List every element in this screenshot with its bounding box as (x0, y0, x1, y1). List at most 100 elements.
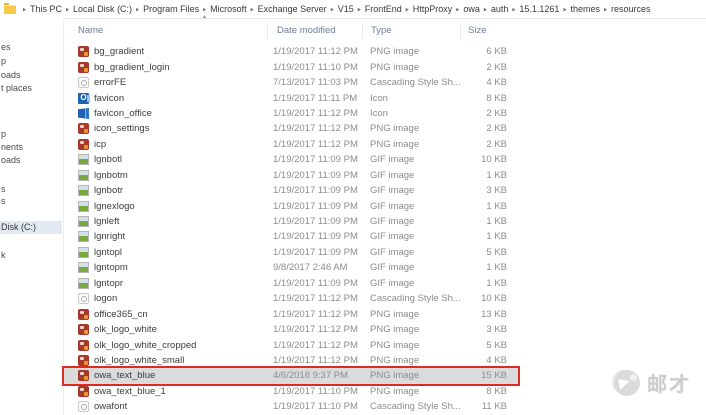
sidebar-item[interactable]: s (0, 195, 62, 208)
file-name-cell: office365_cn (64, 309, 267, 320)
file-date-modified: 1/19/2017 11:12 PM (267, 340, 362, 351)
table-row[interactable]: owa_text_blue_1 1/19/2017 11:10 PM PNG i… (64, 384, 520, 399)
table-row[interactable]: lgntopl 1/19/2017 11:09 PM GIF image 5 K… (64, 245, 520, 260)
table-row[interactable]: errorFE 7/13/2017 11:03 PM Cascading Sty… (64, 75, 520, 90)
table-row[interactable]: bg_gradient_login 1/19/2017 11:10 PM PNG… (64, 59, 520, 74)
file-name: olk_logo_white_small (94, 355, 184, 366)
table-row[interactable]: lgnbotl 1/19/2017 11:09 PM GIF image 10 … (64, 152, 520, 167)
breadcrumb-item[interactable]: Exchange Server (256, 3, 329, 15)
table-row[interactable]: lgnbotm 1/19/2017 11:09 PM GIF image 1 K… (64, 168, 520, 183)
file-type: PNG image (362, 340, 460, 351)
sidebar-item[interactable]: es (0, 41, 62, 54)
file-type-icon (78, 170, 89, 181)
file-name-cell: bg_gradient_login (64, 62, 267, 73)
table-row[interactable]: lgnright 1/19/2017 11:09 PM GIF image 1 … (64, 229, 520, 244)
file-type: PNG image (362, 309, 460, 320)
breadcrumb-item[interactable]: auth (489, 3, 511, 15)
file-name: icon_settings (94, 123, 149, 134)
table-row[interactable]: lgnbotr 1/19/2017 11:09 PM GIF image 3 K… (64, 183, 520, 198)
table-row[interactable]: olk_logo_white_cropped 1/19/2017 11:12 P… (64, 337, 520, 352)
file-date-modified: 1/19/2017 11:12 PM (267, 355, 362, 366)
breadcrumb-separator-icon: ▸ (136, 5, 139, 13)
file-name: owa_text_blue_1 (94, 386, 166, 397)
table-row[interactable]: icon_settings 1/19/2017 11:12 PM PNG ima… (64, 121, 520, 136)
file-size: 8 KB (460, 93, 507, 104)
column-header-name[interactable]: Name (64, 23, 267, 39)
table-row[interactable]: bg_gradient 1/19/2017 11:12 PM PNG image… (64, 44, 520, 59)
file-type: PNG image (362, 324, 460, 335)
table-row[interactable]: O favicon 1/19/2017 11:11 PM Icon 8 KB (64, 90, 520, 105)
file-type-icon (78, 108, 89, 119)
file-type-icon (78, 77, 89, 88)
file-size: 1 KB (460, 262, 507, 273)
sidebar-item[interactable]: nents (0, 141, 62, 154)
table-row[interactable]: office365_cn 1/19/2017 11:12 PM PNG imag… (64, 306, 520, 321)
breadcrumb-item[interactable]: FrontEnd (363, 3, 404, 15)
column-header-date-modified[interactable]: Date modified (267, 23, 362, 39)
breadcrumb-item[interactable]: resources (609, 3, 653, 15)
file-date-modified: 1/19/2017 11:12 PM (267, 123, 362, 134)
table-row[interactable]: owa_text_blue 4/6/2018 9:37 PM PNG image… (64, 368, 520, 383)
file-date-modified: 1/19/2017 11:09 PM (267, 201, 362, 212)
file-type: GIF image (362, 170, 460, 181)
breadcrumb-separator-icon: ▸ (563, 5, 566, 13)
file-size: 3 KB (460, 185, 507, 196)
table-row[interactable]: owafont 1/19/2017 11:10 PM Cascading Sty… (64, 399, 520, 414)
table-row[interactable]: lgntopm 9/8/2017 2:46 AM GIF image 1 KB (64, 260, 520, 275)
file-name-cell: owa_text_blue_1 (64, 386, 267, 397)
file-type-icon (78, 46, 89, 57)
file-date-modified: 1/19/2017 11:09 PM (267, 170, 362, 181)
breadcrumb-item[interactable]: owa (461, 3, 482, 15)
file-size: 2 KB (460, 139, 507, 150)
file-name: office365_cn (94, 309, 148, 320)
table-row[interactable]: lgnleft 1/19/2017 11:09 PM GIF image 1 K… (64, 214, 520, 229)
sidebar-item[interactable]: Disk (C:) (0, 221, 62, 234)
file-type-icon (78, 278, 89, 289)
file-type-icon (78, 293, 89, 304)
file-name-cell: lgnbotl (64, 154, 267, 165)
column-header-type[interactable]: Type (362, 23, 460, 39)
sidebar-item[interactable]: p (0, 55, 62, 68)
breadcrumb-item[interactable]: This PC (28, 3, 64, 15)
breadcrumb-separator-icon: ▸ (406, 5, 409, 13)
column-header-size[interactable]: Size (460, 23, 507, 39)
navigation-sidebar: espoadst placespnentsoadsssDisk (C:)k (0, 18, 64, 415)
sidebar-item[interactable]: k (0, 249, 62, 262)
file-type: Icon (362, 108, 460, 119)
file-size: 6 KB (460, 46, 507, 57)
table-row[interactable]: favicon_office 1/19/2017 11:12 PM Icon 2… (64, 106, 520, 121)
sidebar-item[interactable]: oads (0, 154, 62, 167)
table-row[interactable]: olk_logo_white_small 1/19/2017 11:12 PM … (64, 353, 520, 368)
file-name-cell: lgnbotm (64, 170, 267, 181)
file-type: PNG image (362, 62, 460, 73)
file-name-cell: lgntopl (64, 247, 267, 258)
file-date-modified: 1/19/2017 11:12 PM (267, 46, 362, 57)
file-size: 10 KB (460, 293, 507, 304)
file-size: 2 KB (460, 62, 507, 73)
breadcrumb-item[interactable]: Program Files (141, 3, 201, 15)
table-row[interactable]: lgnexlogo 1/19/2017 11:09 PM GIF image 1… (64, 198, 520, 213)
table-row[interactable]: icp 1/19/2017 11:12 PM PNG image 2 KB (64, 137, 520, 152)
file-name: bg_gradient (94, 46, 144, 57)
sidebar-item[interactable]: p (0, 128, 62, 141)
table-row[interactable]: olk_logo_white 1/19/2017 11:12 PM PNG im… (64, 322, 520, 337)
breadcrumb-item[interactable]: 15.1.1261 (517, 3, 561, 15)
breadcrumb-item[interactable]: Microsoft (208, 3, 249, 15)
breadcrumb-separator-icon: ▸ (456, 5, 459, 13)
file-date-modified: 1/19/2017 11:09 PM (267, 185, 362, 196)
file-type: GIF image (362, 231, 460, 242)
table-row[interactable]: lgntopr 1/19/2017 11:09 PM GIF image 1 K… (64, 276, 520, 291)
breadcrumb-item[interactable]: themes (568, 3, 602, 15)
file-name: icp (94, 139, 106, 150)
file-name: lgntopr (94, 278, 123, 289)
file-size: 5 KB (460, 340, 507, 351)
breadcrumb-item[interactable]: HttpProxy (411, 3, 455, 15)
file-name: lgnbotm (94, 170, 128, 181)
sidebar-item[interactable]: oads (0, 69, 62, 82)
breadcrumb-item[interactable]: Local Disk (C:) (71, 3, 134, 15)
table-row[interactable]: logon 1/19/2017 11:12 PM Cascading Style… (64, 291, 520, 306)
folder-icon (4, 5, 16, 14)
sidebar-item[interactable]: t places (0, 82, 62, 95)
breadcrumb-item[interactable]: V15 (336, 3, 356, 15)
file-type-icon (78, 201, 89, 212)
